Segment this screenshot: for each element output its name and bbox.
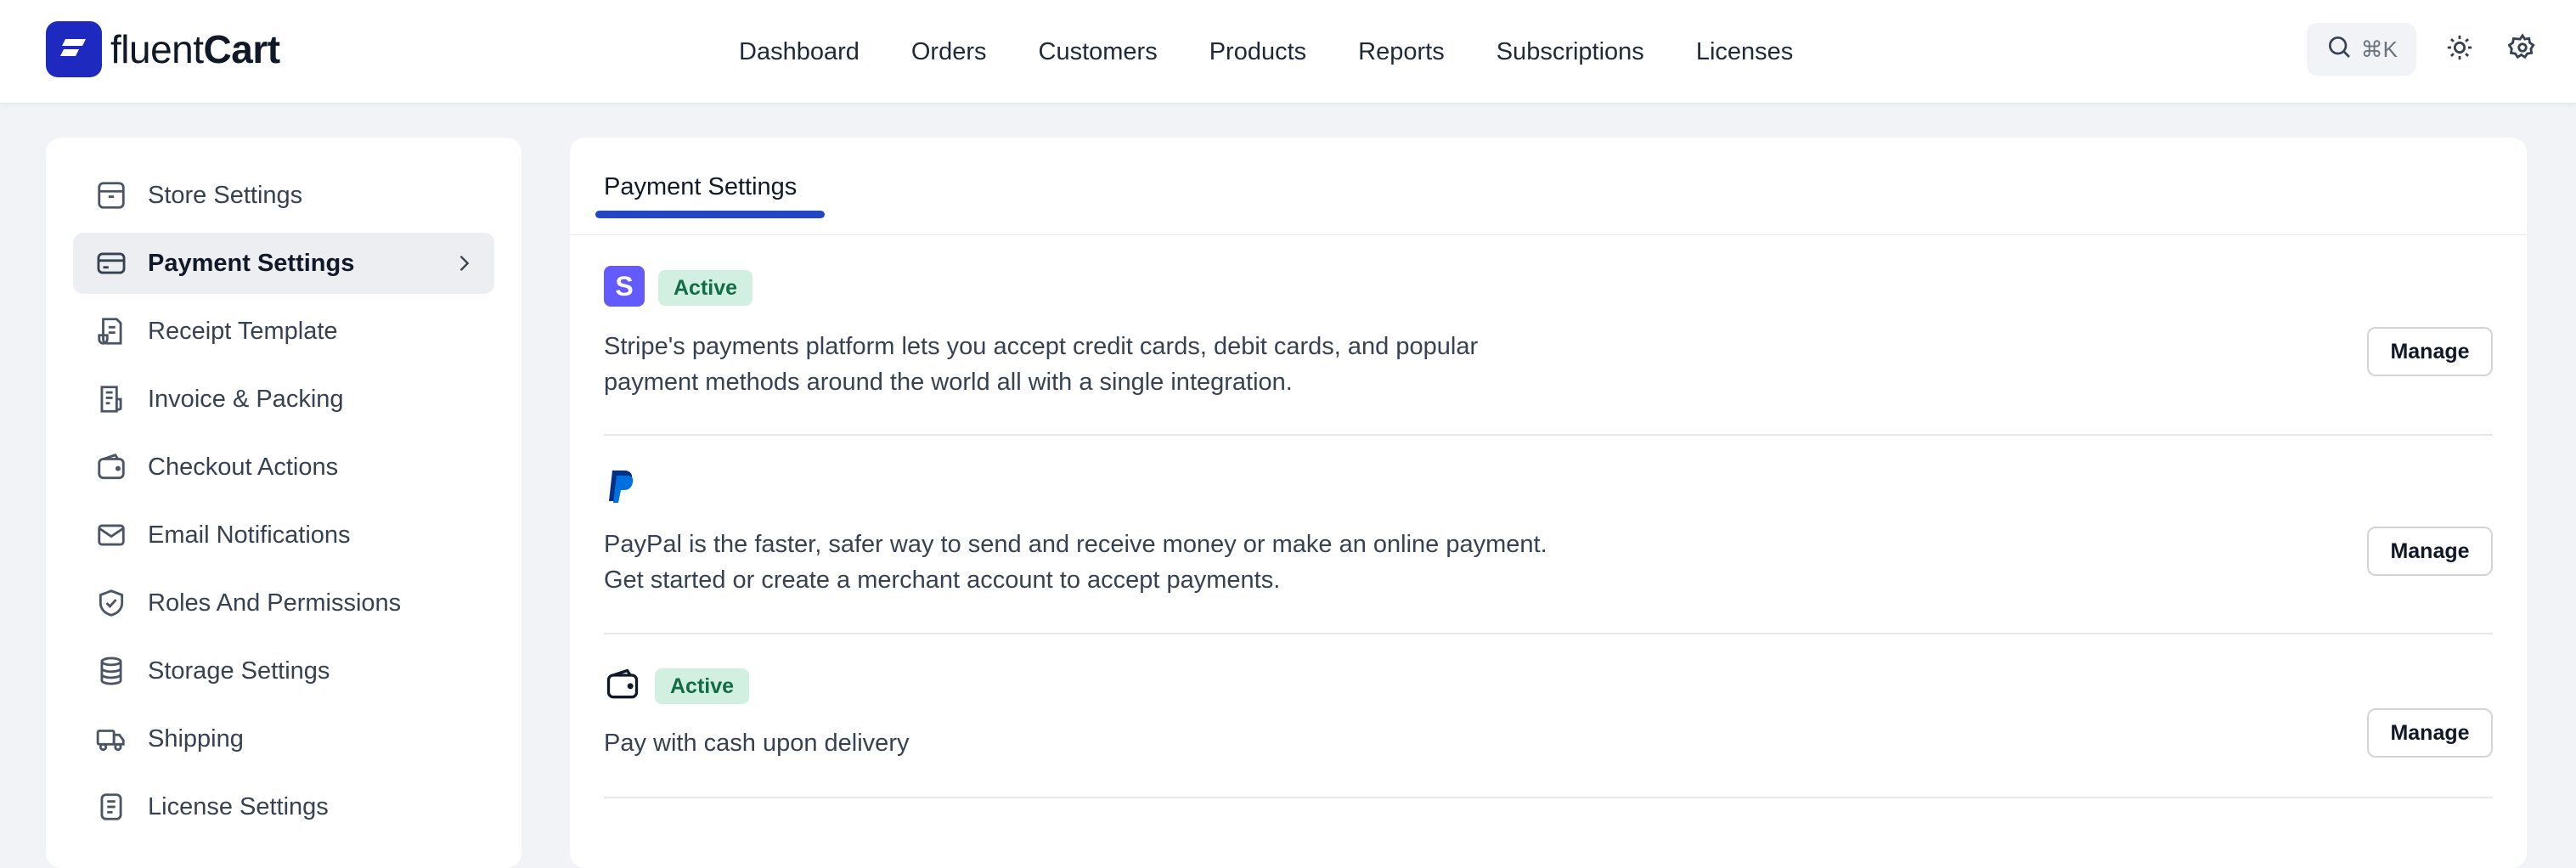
description-line: payment methods around the world all wit… <box>604 369 1293 396</box>
truck-icon <box>93 721 129 757</box>
search-shortcut: ⌘K <box>2360 36 2398 62</box>
sidebar-item-label: License Settings <box>148 792 329 820</box>
sidebar-item-invoice-packing[interactable]: Invoice & Packing <box>73 369 494 430</box>
shield-check-icon <box>93 585 129 621</box>
search-button[interactable]: ⌘K <box>2306 23 2416 76</box>
gateway-header: S Active <box>604 265 753 311</box>
manage-paypal-button[interactable]: Manage <box>2367 527 2493 576</box>
gateway-description: PayPal is the faster, safer way to send … <box>604 527 1708 598</box>
sidebar-item-storage-settings[interactable]: Storage Settings <box>73 640 494 702</box>
settings-button[interactable] <box>2503 30 2542 69</box>
fluentcart-logo-icon <box>46 21 102 77</box>
nav-subscriptions[interactable]: Subscriptions <box>1497 38 1644 66</box>
active-tab-underline <box>595 211 825 218</box>
sidebar-item-label: Checkout Actions <box>148 453 339 481</box>
sidebar-item-email-notifications[interactable]: Email Notifications <box>73 504 494 566</box>
gateway-paypal: PayPal is the faster, safer way to send … <box>604 469 2527 634</box>
divider <box>604 797 2493 798</box>
brand-name: fluentCart <box>110 26 280 72</box>
nav-orders[interactable]: Orders <box>911 38 987 66</box>
sidebar-item-label: Store Settings <box>148 181 303 209</box>
payment-settings-panel: Payment Settings S Active Stripe's payme… <box>570 138 2527 868</box>
status-badge: Active <box>655 668 750 704</box>
gateway-header: Active <box>604 666 750 707</box>
tab-bar: Payment Settings <box>570 138 2527 235</box>
sidebar-item-store-settings[interactable]: Store Settings <box>73 165 494 226</box>
theme-toggle-button[interactable] <box>2440 30 2479 69</box>
search-icon <box>2325 33 2353 66</box>
sidebar-item-label: Invoice & Packing <box>148 385 344 413</box>
nav-reports[interactable]: Reports <box>1358 38 1445 66</box>
sidebar-item-label: Storage Settings <box>148 657 330 685</box>
sidebar-item-label: Email Notifications <box>148 521 351 549</box>
mail-icon <box>93 517 129 553</box>
store-icon <box>93 178 129 213</box>
chevron-right-icon <box>452 251 476 279</box>
nav-dashboard[interactable]: Dashboard <box>739 38 860 66</box>
sidebar-item-shipping[interactable]: Shipping <box>73 708 494 769</box>
description-line: Pay with cash upon delivery <box>604 730 910 757</box>
top-actions: ⌘K <box>2306 23 2542 76</box>
sidebar-item-license-settings[interactable]: License Settings <box>73 776 494 837</box>
divider <box>604 434 2493 436</box>
sidebar-item-label: Shipping <box>148 724 244 752</box>
gateway-cash-on-delivery: Active Pay with cash upon delivery Manag… <box>604 666 2527 798</box>
brand-name-bold: Cart <box>203 27 281 71</box>
nav-customers[interactable]: Customers <box>1039 38 1158 66</box>
document-icon <box>93 789 129 825</box>
gear-icon <box>2507 32 2537 66</box>
stripe-icon: S <box>604 265 645 311</box>
gateway-description: Pay with cash upon delivery <box>604 725 1708 761</box>
sidebar-item-payment-settings[interactable]: Payment Settings <box>73 233 494 294</box>
sidebar-item-receipt-template[interactable]: Receipt Template <box>73 301 494 362</box>
nav-products[interactable]: Products <box>1209 38 1306 66</box>
gateway-header <box>604 469 638 510</box>
brand-name-light: fluent <box>110 27 204 71</box>
status-badge: Active <box>658 270 753 306</box>
wallet-icon <box>93 449 129 485</box>
manage-stripe-button[interactable]: Manage <box>2367 327 2493 376</box>
settings-sidebar: Store Settings Payment Settings Receipt … <box>46 138 521 868</box>
description-line: PayPal is the faster, safer way to send … <box>604 531 1547 558</box>
top-bar: fluentCart Dashboard Orders Customers Pr… <box>0 0 2576 104</box>
sidebar-item-label: Roles And Permissions <box>148 589 402 617</box>
database-icon <box>93 653 129 689</box>
gateway-stripe: S Active Stripe's payments platform lets… <box>604 265 2527 436</box>
sidebar-item-roles-permissions[interactable]: Roles And Permissions <box>73 572 494 634</box>
wallet-icon <box>604 666 641 707</box>
main-nav: Dashboard Orders Customers Products Repo… <box>739 0 1793 104</box>
sidebar-item-label: Payment Settings <box>148 249 355 277</box>
tab-payment-settings[interactable]: Payment Settings <box>604 173 797 201</box>
gateway-description: Stripe's payments platform lets you acce… <box>604 329 1708 400</box>
divider <box>604 633 2493 634</box>
sidebar-item-checkout-actions[interactable]: Checkout Actions <box>73 437 494 498</box>
svg-text:S: S <box>615 271 633 302</box>
sidebar-item-label: Receipt Template <box>148 317 338 345</box>
manage-cod-button[interactable]: Manage <box>2367 708 2493 758</box>
description-line: Get started or create a merchant account… <box>604 566 1281 594</box>
brand-logo[interactable]: fluentCart <box>46 21 280 77</box>
paypal-icon <box>604 469 638 510</box>
description-line: Stripe's payments platform lets you acce… <box>604 333 1479 360</box>
credit-card-icon <box>93 245 129 281</box>
invoice-icon <box>93 381 129 417</box>
sun-icon <box>2445 33 2474 66</box>
nav-licenses[interactable]: Licenses <box>1696 38 1793 66</box>
receipt-icon <box>93 313 129 349</box>
